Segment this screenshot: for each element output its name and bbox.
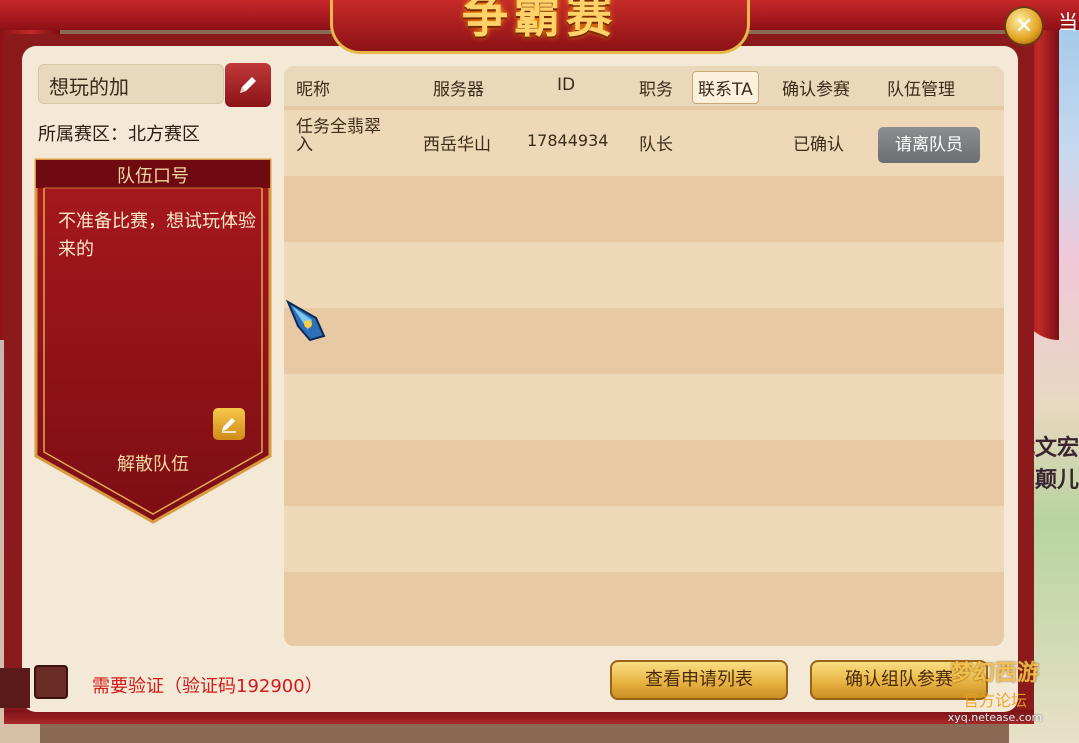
close-icon: ✕ (1014, 13, 1034, 39)
member-role: 队长 (639, 135, 673, 155)
cursor-icon (286, 300, 326, 342)
column-header-nickname: 昵称 (296, 80, 330, 100)
table-row-empty (284, 506, 1004, 572)
watermark-url: xyq.netease.com (947, 711, 1043, 724)
page-title: 争霸赛 (462, 0, 618, 43)
team-members-table: 昵称 服务器 ID 职务 联系TA 确认参赛 队伍管理 任务全翡翠 入 西岳华山… (284, 66, 1004, 646)
watermark-brand: 梦幻西游 (950, 661, 1039, 686)
team-name-field[interactable]: 想玩的加 (38, 64, 224, 104)
table-row-empty (284, 176, 1004, 242)
close-button[interactable]: ✕ (1006, 8, 1042, 44)
disband-team-button[interactable]: 解散队伍 (32, 450, 274, 476)
watermark-logo: 梦幻西游 官方论坛 xyq.netease.com (935, 655, 1055, 735)
column-header-confirm: 确认参赛 (782, 80, 850, 100)
pencil-icon (240, 77, 256, 93)
member-server: 西岳华山 (423, 135, 491, 155)
table-row-empty (284, 440, 1004, 506)
verify-checkbox[interactable] (34, 665, 68, 699)
member-nickname: 任务全翡翠 入 (296, 117, 381, 155)
slogan-title: 队伍口号 (117, 166, 189, 187)
pencil-icon (222, 418, 236, 433)
remove-member-button[interactable]: 请离队员 (878, 127, 980, 163)
table-row-empty (284, 572, 1004, 638)
column-header-server: 服务器 (433, 80, 484, 100)
column-header-id: ID (557, 75, 576, 95)
column-header-role: 职务 (639, 80, 673, 100)
column-header-manage: 队伍管理 (887, 80, 955, 100)
table-row-empty (284, 308, 1004, 374)
corner-text: 当 (1058, 10, 1078, 34)
team-name: 想玩的加 (49, 75, 129, 99)
member-id: 17844934 (527, 131, 609, 150)
slogan-text: 不准备比赛，想试玩体验来的 (58, 211, 256, 260)
left-edge-block (0, 668, 30, 708)
slogan-banner: 队伍口号 不准备比赛，想试玩体验来的 解散队伍 (32, 156, 274, 526)
window-frame-bottom (4, 710, 1034, 724)
edit-slogan-button[interactable] (213, 408, 245, 440)
view-applications-button[interactable]: 查看申请列表 (610, 660, 788, 700)
table-row[interactable]: 任务全翡翠 入 西岳华山 17844934 队长 已确认 请离队员 (284, 110, 1004, 176)
verify-text: 需要验证（验证码192900） (92, 676, 323, 697)
column-header-contact[interactable]: 联系TA (692, 71, 759, 104)
team-region: 所属赛区：北方赛区 (38, 124, 200, 145)
edit-team-name-button[interactable] (225, 63, 271, 107)
table-row-empty (284, 242, 1004, 308)
table-header: 昵称 服务器 ID 职务 联系TA 确认参赛 队伍管理 (284, 66, 1004, 106)
table-row-empty (284, 374, 1004, 440)
title-banner: 争霸赛 (330, 0, 750, 54)
watermark-subtitle: 官方论坛 (962, 691, 1027, 710)
member-confirm-status: 已确认 (793, 135, 844, 155)
